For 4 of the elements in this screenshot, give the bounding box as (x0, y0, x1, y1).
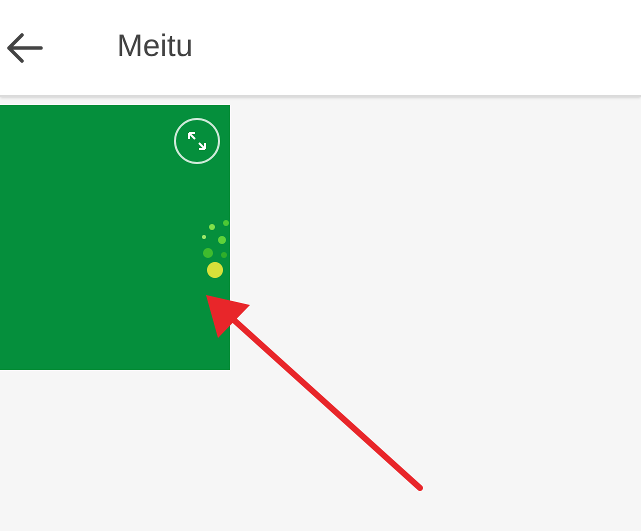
back-icon (5, 32, 43, 62)
fullscreen-button[interactable] (174, 118, 220, 164)
expand-icon (187, 131, 207, 151)
screen-title: Meitu (117, 27, 193, 66)
